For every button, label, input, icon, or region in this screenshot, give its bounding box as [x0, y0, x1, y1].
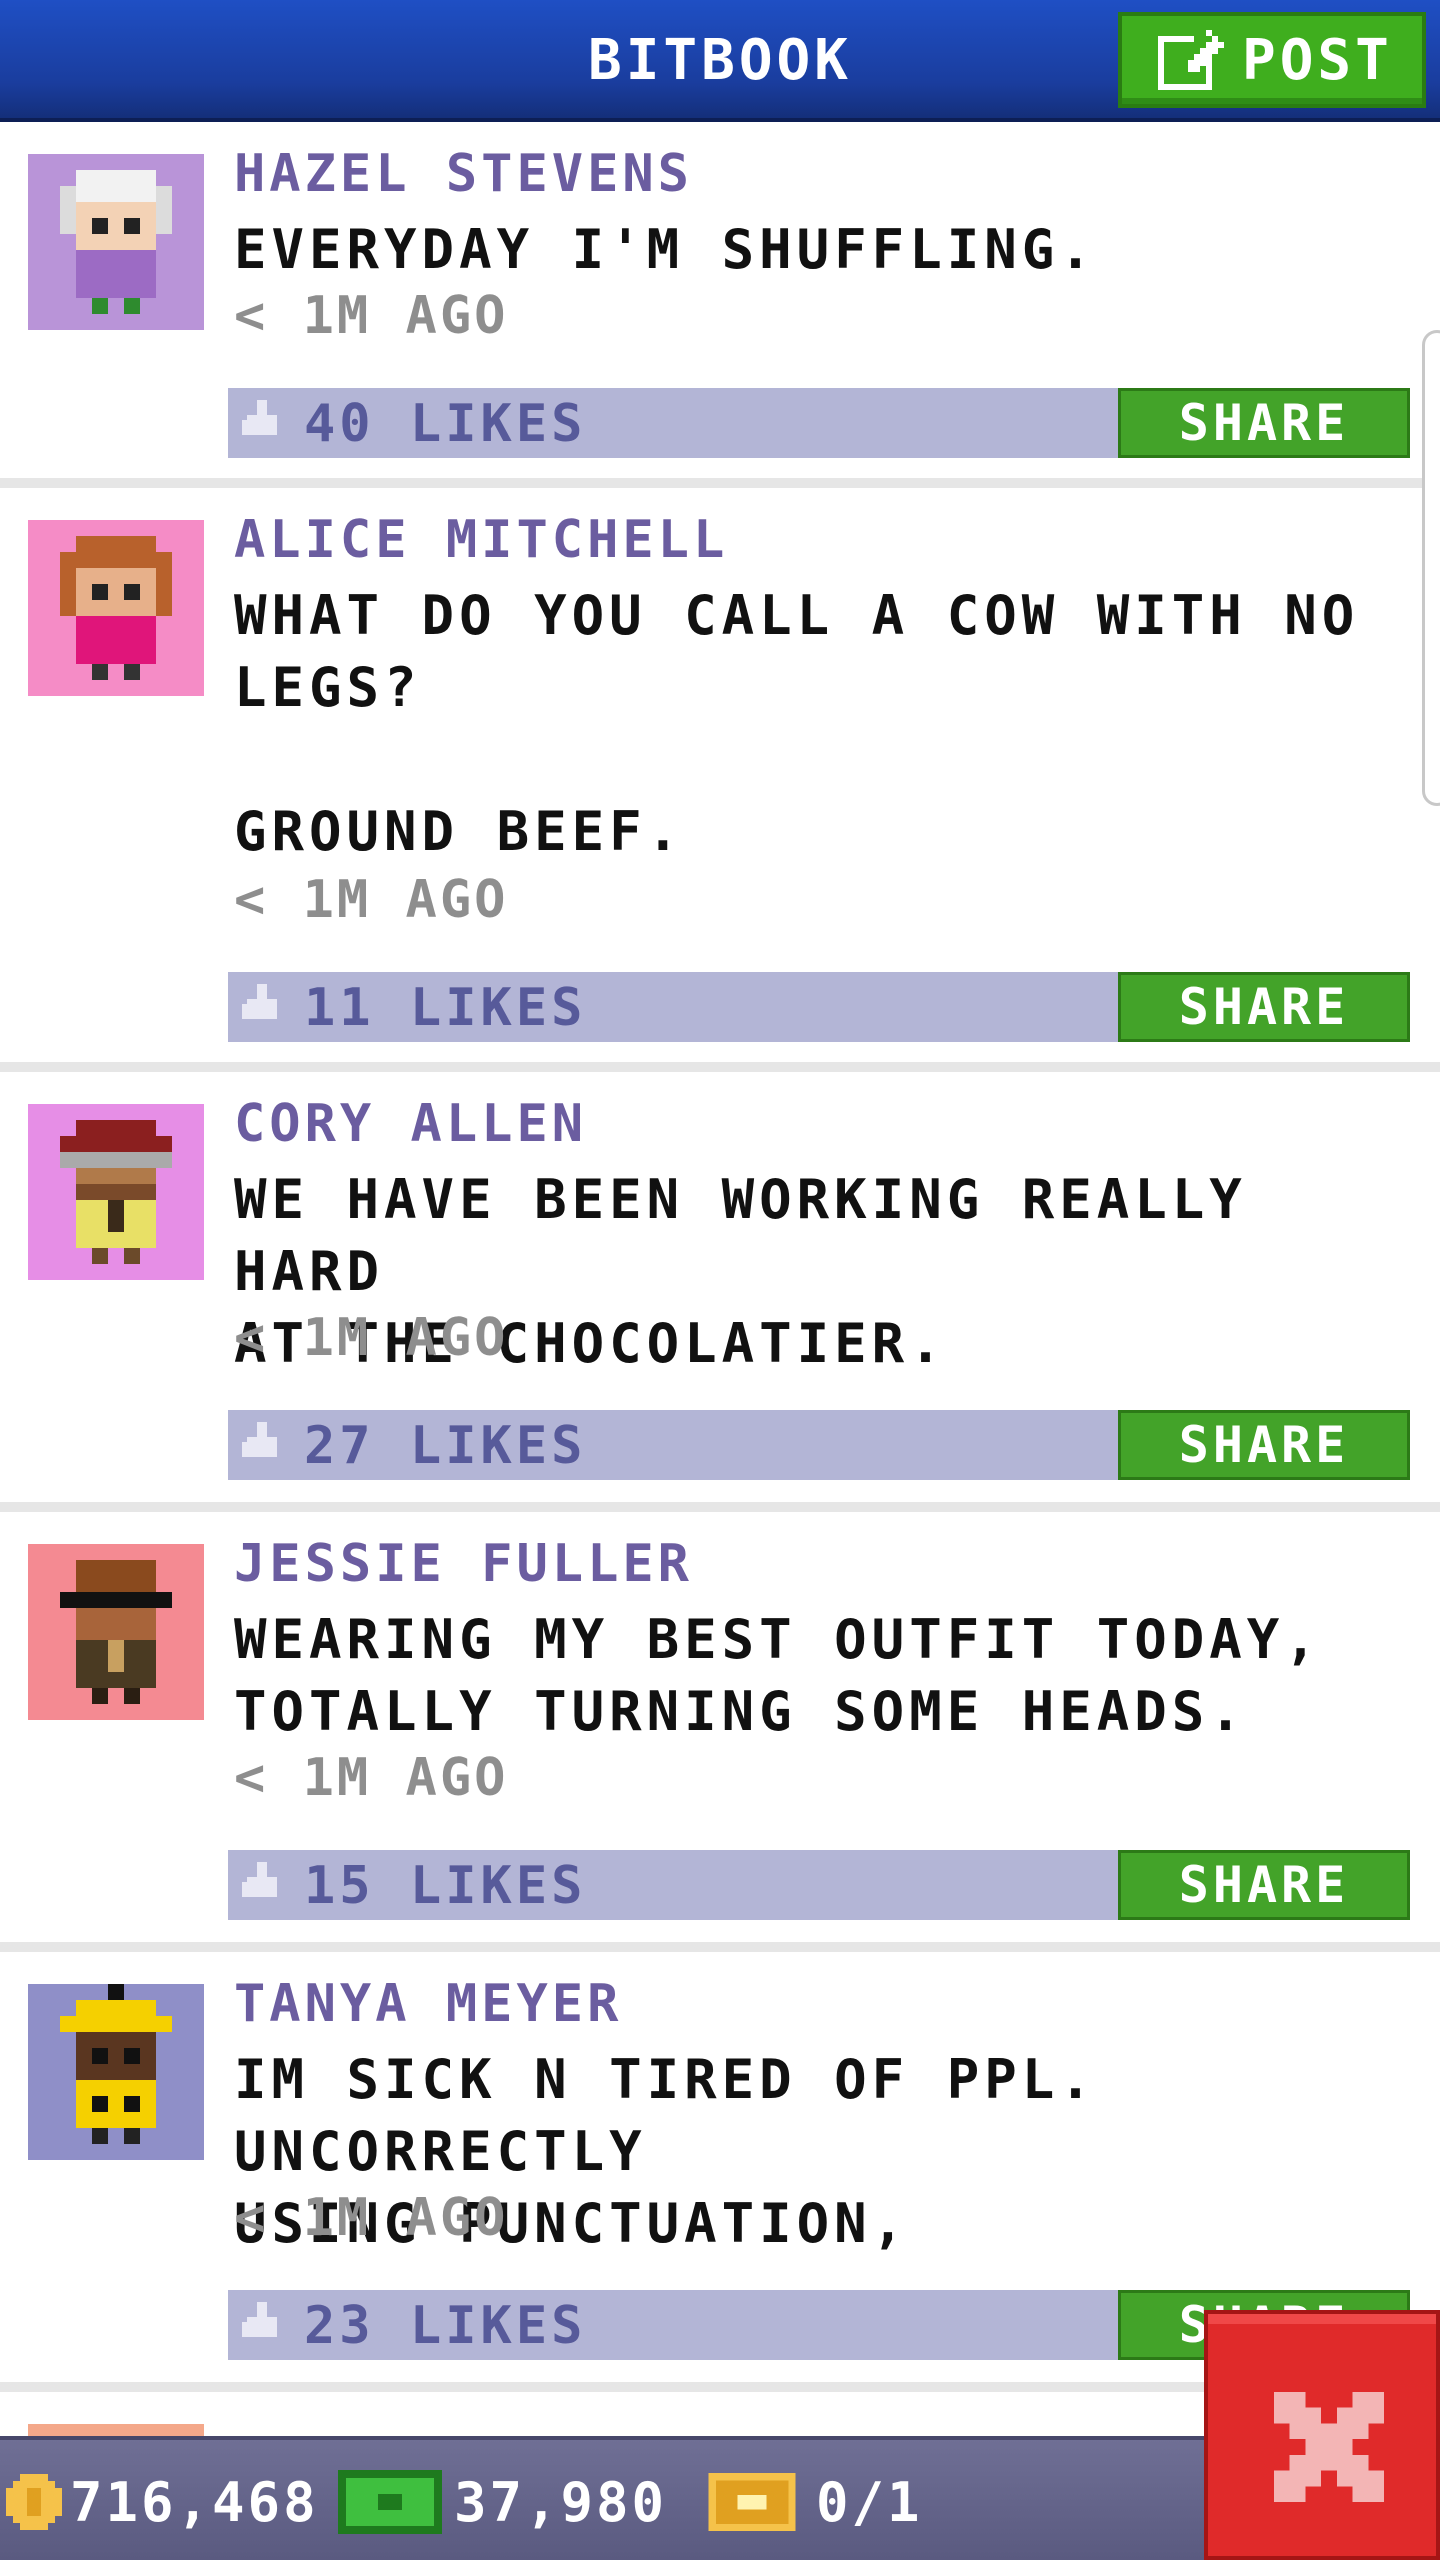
thumbs-up-icon[interactable]: [242, 2302, 282, 2342]
post-time: < 1M AGO: [234, 1308, 509, 1368]
feed[interactable]: HAZEL STEVENS EVERYDAY I'M SHUFFLING. < …: [0, 122, 1440, 2560]
coins-stat: 716,468: [6, 2440, 319, 2560]
post-text: WHAT DO YOU CALL A COW WITH NO LEGS? GRO…: [234, 584, 1360, 863]
post-text: WEARING MY BEST OUTFIT TODAY, TOTALLY TU…: [234, 1608, 1322, 1743]
header-bar: BITBOOK POST: [0, 0, 1440, 122]
avatar: [28, 1984, 204, 2160]
like-bar: 40 LIKES SHARE: [228, 388, 1410, 458]
alice-avatar-icon: [60, 536, 172, 680]
share-button[interactable]: SHARE: [1118, 972, 1410, 1042]
like-bar: 27 LIKES SHARE: [228, 1410, 1410, 1480]
post-author[interactable]: JESSIE FULLER: [234, 1534, 693, 1594]
likes-count: 40 LIKES: [304, 394, 587, 454]
bux-value: 37,980: [454, 2470, 668, 2534]
feed-post: HAZEL STEVENS EVERYDAY I'M SHUFFLING. < …: [0, 122, 1440, 488]
bux-icon: [338, 2470, 442, 2534]
post-time: < 1M AGO: [234, 2188, 509, 2248]
close-button[interactable]: [1204, 2310, 1440, 2560]
coin-icon: [6, 2474, 62, 2530]
hazel-avatar-icon: [60, 170, 172, 314]
feed-post: JESSIE FULLER WEARING MY BEST OUTFIT TOD…: [0, 1512, 1440, 1952]
like-bar: 15 LIKES SHARE: [228, 1850, 1410, 1920]
close-icon: [1274, 2392, 1384, 2502]
coins-value: 716,468: [70, 2470, 319, 2534]
thumbs-up-icon[interactable]: [242, 984, 282, 1024]
avatar: [28, 1104, 204, 1280]
edit-icon: [1158, 30, 1224, 90]
post-time: < 1M AGO: [234, 870, 509, 930]
avatar: [28, 1544, 204, 1720]
jessie-avatar-icon: [60, 1560, 172, 1704]
likes-count: 27 LIKES: [304, 1416, 587, 1476]
post-time: < 1M AGO: [234, 1748, 509, 1808]
thumbs-up-icon[interactable]: [242, 1862, 282, 1902]
post-button-label: POST: [1242, 27, 1393, 93]
feed-post: ALICE MITCHELL WHAT DO YOU CALL A COW WI…: [0, 488, 1440, 1072]
thumbs-up-icon[interactable]: [242, 400, 282, 440]
likes-count: 11 LIKES: [304, 978, 587, 1038]
bux-stat: 37,980: [338, 2440, 667, 2560]
thumbs-up-icon[interactable]: [242, 1422, 282, 1462]
scroll-handle[interactable]: [1422, 330, 1440, 806]
ticket-icon: [708, 2473, 796, 2531]
tanya-avatar-icon: [60, 1984, 172, 2144]
tickets-stat: 0/1: [706, 2440, 923, 2560]
tickets-value: 0/1: [816, 2470, 923, 2534]
post-text: EVERYDAY I'M SHUFFLING.: [234, 218, 1097, 281]
post-author[interactable]: TANYA MEYER: [234, 1974, 622, 2034]
post-author[interactable]: HAZEL STEVENS: [234, 144, 693, 204]
likes-count: 23 LIKES: [304, 2296, 587, 2356]
cory-avatar-icon: [60, 1120, 172, 1264]
post-button[interactable]: POST: [1118, 12, 1426, 108]
post-author[interactable]: ALICE MITCHELL: [234, 510, 728, 570]
likes-count: 15 LIKES: [304, 1856, 587, 1916]
feed-post: CORY ALLEN WE HAVE BEEN WORKING REALLY H…: [0, 1072, 1440, 1512]
like-bar: 11 LIKES SHARE: [228, 972, 1410, 1042]
avatar: [28, 520, 204, 696]
post-time: < 1M AGO: [234, 286, 509, 346]
share-button[interactable]: SHARE: [1118, 388, 1410, 458]
avatar: [28, 154, 204, 330]
share-button[interactable]: SHARE: [1118, 1850, 1410, 1920]
post-author[interactable]: CORY ALLEN: [234, 1094, 587, 1154]
share-button[interactable]: SHARE: [1118, 1410, 1410, 1480]
